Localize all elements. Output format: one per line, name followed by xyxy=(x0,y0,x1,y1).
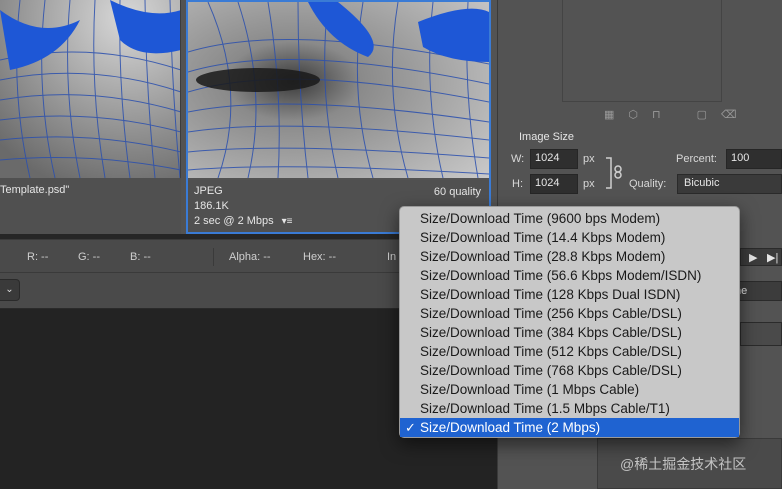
green-value: G: -- xyxy=(78,251,100,263)
menu-item[interactable]: Size/Download Time (384 Kbps Cable/DSL) xyxy=(400,323,739,342)
image-size-title: Image Size xyxy=(519,131,575,143)
width-unit: px xyxy=(583,153,595,165)
play-icon[interactable]: ▶ xyxy=(749,251,757,264)
constrain-chain-icon[interactable] xyxy=(606,156,626,190)
height-field[interactable]: 1024 xyxy=(530,174,578,194)
original-preview-pane[interactable]: Template.psd" xyxy=(0,0,181,234)
new-icon[interactable]: ▢ xyxy=(697,108,707,121)
original-info: Template.psd" xyxy=(0,178,181,234)
hex-value: Hex: -- xyxy=(303,251,336,263)
download-time: 2 sec @ 2 Mbps xyxy=(194,215,274,227)
menu-item[interactable]: Size/Download Time (256 Kbps Cable/DSL) xyxy=(400,304,739,323)
alpha-value: Alpha: -- xyxy=(229,251,271,263)
chevron-down-icon[interactable]: ⌄ xyxy=(0,279,20,301)
checkmark-icon: ✓ xyxy=(405,420,416,435)
quality-dropdown-label: Quality: xyxy=(629,178,667,190)
menu-item-label: Size/Download Time (2 Mbps) xyxy=(420,420,601,435)
menu-item-label: Size/Download Time (384 Kbps Cable/DSL) xyxy=(420,325,682,340)
cube-icon[interactable]: ⬡ xyxy=(628,108,638,121)
original-preview-image xyxy=(0,0,181,178)
menu-item-label: Size/Download Time (256 Kbps Cable/DSL) xyxy=(420,306,682,321)
download-time-menu-icon[interactable]: ▾≡ xyxy=(282,214,293,229)
percent-label: Percent: xyxy=(676,153,717,165)
animation-controls[interactable]: ▶ ▶| xyxy=(740,248,782,266)
download-time-menu: Size/Download Time (9600 bps Modem) Size/… xyxy=(399,206,740,438)
menu-item-label: Size/Download Time (9600 bps Modem) xyxy=(420,211,661,226)
menu-item-label: Size/Download Time (1.5 Mbps Cable/T1) xyxy=(420,401,670,416)
menu-item[interactable]: Size/Download Time (128 Kbps Dual ISDN) xyxy=(400,285,739,304)
trash-icon[interactable]: ⌫ xyxy=(721,108,737,121)
width-field[interactable]: 1024 xyxy=(530,149,578,169)
color-table-toolbar: ▦ ⬡ ⊓ ▢ ⌫ xyxy=(604,108,737,121)
optimized-preview-image xyxy=(188,2,489,180)
width-label: W: xyxy=(511,153,525,165)
menu-item[interactable]: Size/Download Time (768 Kbps Cable/DSL) xyxy=(400,361,739,380)
preview-area: Template.psd" JPEG 186.1K 2 sec @ 2 Mbps… xyxy=(0,0,497,234)
menu-item[interactable]: Size/Download Time (28.8 Kbps Modem) xyxy=(400,247,739,266)
menu-item-label: Size/Download Time (56.6 Kbps Modem/ISDN… xyxy=(420,268,702,283)
index-value: In xyxy=(387,251,397,263)
height-unit: px xyxy=(583,178,595,190)
percent-field[interactable]: 100 xyxy=(726,149,782,169)
menu-item-label: Size/Download Time (28.8 Kbps Modem) xyxy=(420,249,666,264)
menu-item[interactable]: Size/Download Time (512 Kbps Cable/DSL) xyxy=(400,342,739,361)
menu-item[interactable]: Size/Download Time (56.6 Kbps Modem/ISDN… xyxy=(400,266,739,285)
menu-item-label: Size/Download Time (14.4 Kbps Modem) xyxy=(420,230,666,245)
menu-item-label: Size/Download Time (1 Mbps Cable) xyxy=(420,382,640,397)
watermark: @稀土掘金技术社区 xyxy=(620,456,747,472)
menu-item-label: Size/Download Time (768 Kbps Cable/DSL) xyxy=(420,363,682,378)
menu-item[interactable]: Size/Download Time (14.4 Kbps Modem) xyxy=(400,228,739,247)
resample-quality-dropdown[interactable]: Bicubic xyxy=(677,174,782,194)
menu-item[interactable]: ✓ Size/Download Time (2 Mbps) xyxy=(400,418,739,437)
menu-item-label: Size/Download Time (128 Kbps Dual ISDN) xyxy=(420,287,681,302)
divider xyxy=(213,248,214,266)
menu-item[interactable]: Size/Download Time (1.5 Mbps Cable/T1) xyxy=(400,399,739,418)
red-value: R: -- xyxy=(27,251,49,263)
next-frame-icon[interactable]: ▶| xyxy=(767,251,778,264)
height-label: H: xyxy=(512,178,523,190)
optimized-preview-pane[interactable]: JPEG 186.1K 2 sec @ 2 Mbps ▾≡ 60 quality xyxy=(186,0,491,234)
blue-value: B: -- xyxy=(130,251,151,263)
menu-item-label: Size/Download Time (512 Kbps Cable/DSL) xyxy=(420,344,682,359)
lock-icon[interactable]: ⊓ xyxy=(652,108,661,121)
side-panel-stub xyxy=(740,322,782,346)
quality-label: 60 quality xyxy=(433,186,481,198)
grid-icon[interactable]: ▦ xyxy=(604,108,614,121)
menu-item[interactable]: Size/Download Time (9600 bps Modem) xyxy=(400,209,739,228)
color-table-box xyxy=(562,0,722,102)
original-filename: Template.psd" xyxy=(0,184,70,196)
menu-item[interactable]: Size/Download Time (1 Mbps Cable) xyxy=(400,380,739,399)
